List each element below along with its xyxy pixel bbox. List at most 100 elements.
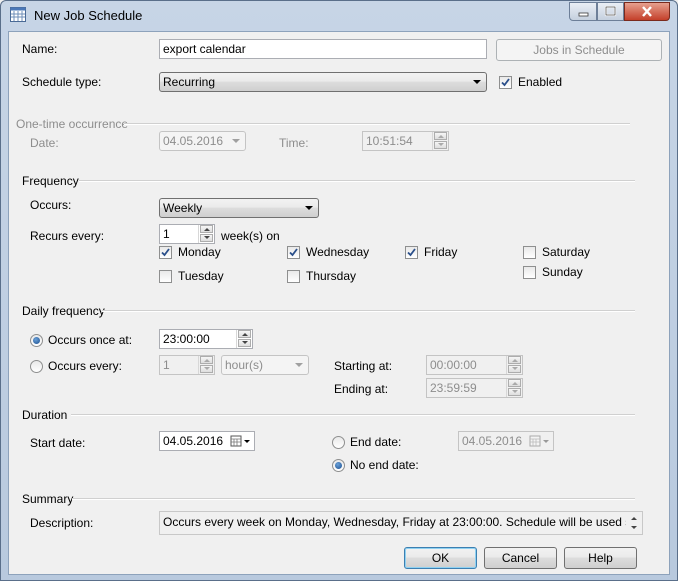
spin-up-icon[interactable]: [238, 330, 251, 338]
name-input[interactable]: export calendar: [159, 39, 487, 59]
occurs-every-input[interactable]: 1: [159, 355, 215, 375]
duration-divider: [71, 414, 635, 416]
occurs-every-label: Occurs every:: [48, 359, 123, 373]
spin-down-icon[interactable]: [434, 141, 447, 149]
close-icon: [642, 6, 652, 17]
occurs-every-unit-select[interactable]: hour(s): [221, 355, 309, 375]
enabled-label: Enabled: [518, 75, 563, 89]
recurs-spinner[interactable]: [198, 225, 214, 243]
help-button[interactable]: Help: [564, 547, 637, 569]
checkmark-icon: [407, 248, 416, 257]
calendar-dropdown-icon[interactable]: [230, 434, 252, 448]
occurs-once-radio[interactable]: [30, 334, 43, 347]
spin-up-icon[interactable]: [434, 132, 447, 140]
spin-up-icon[interactable]: [508, 379, 521, 387]
occurs-select[interactable]: Weekly: [159, 198, 319, 218]
occurs-once-time-value: 23:00:00: [163, 332, 210, 346]
day-label-wednesday: Wednesday: [306, 245, 370, 259]
chevron-down-icon: [305, 206, 313, 210]
every-spinner[interactable]: [198, 356, 214, 374]
chevron-down-icon: [295, 363, 303, 367]
maximize-button[interactable]: [597, 2, 624, 21]
end-date-picker[interactable]: 04.05.2016: [458, 431, 554, 451]
day-checkbox-wednesday[interactable]: [287, 246, 300, 259]
schedule-type-label: Schedule type:: [22, 75, 102, 89]
day-label-tuesday: Tuesday: [178, 269, 224, 283]
occurs-every-radio[interactable]: [30, 360, 43, 373]
one-time-date-label: Date:: [30, 136, 59, 150]
no-end-date-radio[interactable]: [332, 459, 345, 472]
end-date-radio[interactable]: [332, 436, 345, 449]
jobs-in-schedule-button[interactable]: Jobs in Schedule: [496, 39, 662, 61]
end-date-label: End date:: [350, 435, 402, 449]
name-label: Name:: [22, 42, 58, 56]
minimize-icon: [578, 12, 589, 17]
time-spinner[interactable]: [432, 132, 448, 150]
description-value: Occurs every week on Monday, Wednesday, …: [163, 515, 643, 529]
occurs-once-label: Occurs once at:: [48, 333, 133, 347]
day-checkbox-tuesday[interactable]: [159, 270, 172, 283]
maximize-icon: [604, 5, 617, 17]
day-label-saturday: Saturday: [542, 245, 591, 259]
spin-up-icon[interactable]: [508, 356, 521, 364]
checkmark-icon: [501, 78, 510, 87]
chevron-down-icon: [473, 80, 481, 84]
start-date-picker[interactable]: 04.05.2016: [159, 431, 255, 451]
spin-down-icon[interactable]: [200, 365, 213, 373]
day-checkbox-thursday[interactable]: [287, 270, 300, 283]
ending-at-value: 23:59:59: [430, 381, 477, 395]
day-checkbox-saturday[interactable]: [523, 246, 536, 259]
description-textarea[interactable]: Occurs every week on Monday, Wednesday, …: [159, 511, 643, 535]
day-checkbox-monday[interactable]: [159, 246, 172, 259]
once-time-spinner[interactable]: [236, 330, 252, 348]
close-button[interactable]: [624, 2, 670, 21]
checkmark-icon: [289, 248, 298, 257]
schedule-type-value: Recurring: [163, 75, 216, 89]
occurs-every-value: 1: [163, 358, 170, 372]
checkmark-icon: [161, 248, 170, 257]
occurs-once-time-input[interactable]: 23:00:00: [159, 329, 253, 349]
spin-up-icon[interactable]: [200, 225, 213, 233]
day-checkbox-sunday[interactable]: [523, 266, 536, 279]
recurs-every-value: 1: [163, 227, 170, 241]
day-checkbox-friday[interactable]: [405, 246, 418, 259]
daily-frequency-header: Daily frequency: [22, 304, 105, 318]
day-label-friday: Friday: [424, 245, 458, 259]
schedule-type-select[interactable]: Recurring: [159, 72, 487, 92]
calendar-dropdown-icon[interactable]: [529, 434, 551, 448]
starting-at-value: 00:00:00: [430, 358, 477, 372]
one-time-divider: [124, 123, 630, 125]
description-scrollbar[interactable]: [626, 512, 642, 534]
occurs-label: Occurs:: [30, 198, 72, 212]
starting-at-input[interactable]: 00:00:00: [426, 355, 523, 375]
ending-at-label: Ending at:: [334, 382, 389, 396]
spin-up-icon[interactable]: [200, 356, 213, 364]
occurs-every-unit-value: hour(s): [225, 358, 264, 372]
cancel-button[interactable]: Cancel: [484, 547, 557, 569]
spin-down-icon[interactable]: [200, 234, 213, 242]
minimize-button[interactable]: [569, 2, 597, 21]
recurs-every-input[interactable]: 1: [159, 224, 215, 244]
ok-button[interactable]: OK: [404, 547, 477, 569]
day-label-monday: Monday: [178, 245, 221, 259]
scroll-arrows-icon: [631, 517, 637, 529]
frequency-divider: [79, 180, 635, 182]
enabled-checkbox[interactable]: [499, 76, 512, 89]
end-date-value: 04.05.2016: [462, 434, 523, 448]
one-time-time-input[interactable]: 10:51:54: [362, 131, 449, 151]
starting-at-label: Starting at:: [334, 359, 393, 373]
title-bar[interactable]: New Job Schedule: [1, 1, 677, 29]
calendar-grid-icon: [10, 7, 26, 22]
ending-spinner[interactable]: [506, 379, 522, 397]
one-time-date-picker[interactable]: 04.05.2016: [159, 131, 246, 151]
starting-spinner[interactable]: [506, 356, 522, 374]
spin-down-icon[interactable]: [508, 388, 521, 396]
occurs-value: Weekly: [163, 201, 203, 215]
spin-down-icon[interactable]: [508, 365, 521, 373]
one-time-header: One-time occurrence: [16, 117, 129, 131]
ending-at-input[interactable]: 23:59:59: [426, 378, 523, 398]
dialog-body: Name: export calendar Jobs in Schedule S…: [8, 31, 670, 575]
summary-header: Summary: [22, 492, 74, 506]
spin-down-icon[interactable]: [238, 339, 251, 347]
one-time-date-value: 04.05.2016: [163, 134, 224, 148]
